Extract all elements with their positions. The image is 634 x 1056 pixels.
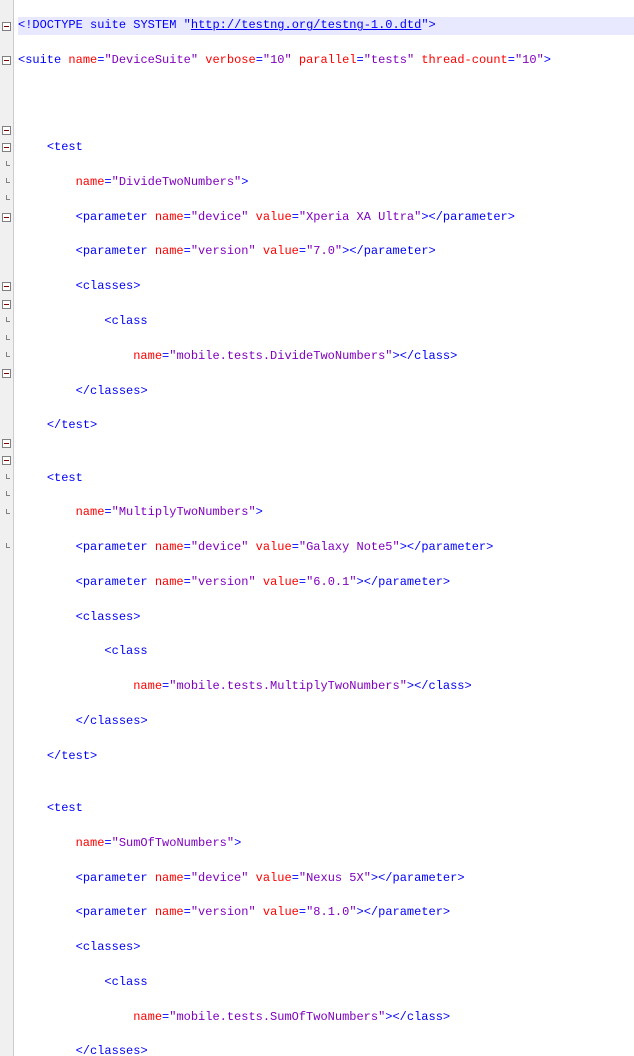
code-line[interactable]: <class — [18, 643, 634, 660]
code-editor[interactable]: <!DOCTYPE suite SYSTEM "http://testng.or… — [14, 0, 634, 1056]
fold-icon[interactable] — [2, 56, 11, 65]
code-line[interactable]: <test — [18, 470, 634, 487]
code-line[interactable]: name="MultiplyTwoNumbers"> — [18, 504, 634, 521]
code-line[interactable]: name="mobile.tests.DivideTwoNumbers"></c… — [18, 348, 634, 365]
code-line[interactable]: <parameter name="device" value="Galaxy N… — [18, 539, 634, 556]
fold-icon[interactable] — [2, 213, 11, 222]
code-line[interactable]: </test> — [18, 417, 634, 434]
fold-icon[interactable] — [2, 456, 11, 465]
code-line[interactable]: <classes> — [18, 609, 634, 626]
dtd-url[interactable]: http://testng.org/testng-1.0.dtd — [191, 18, 421, 32]
code-line[interactable]: <classes> — [18, 278, 634, 295]
code-line[interactable]: <parameter name="device" value="Nexus 5X… — [18, 870, 634, 887]
code-line[interactable]: <parameter name="device" value="Xperia X… — [18, 209, 634, 226]
code-line[interactable]: <suite name="DeviceSuite" verbose="10" p… — [18, 52, 634, 69]
code-line[interactable]: </classes> — [18, 713, 634, 730]
code-line[interactable]: <test — [18, 139, 634, 156]
code-line[interactable]: </classes> — [18, 383, 634, 400]
code-line[interactable]: <parameter name="version" value="7.0"></… — [18, 243, 634, 260]
code-line[interactable]: <class — [18, 313, 634, 330]
code-line[interactable]: </classes> — [18, 1043, 634, 1056]
code-line[interactable]: name="DivideTwoNumbers"> — [18, 174, 634, 191]
code-line[interactable]: name="mobile.tests.SumOfTwoNumbers"></cl… — [18, 1009, 634, 1026]
code-line[interactable]: name="SumOfTwoNumbers"> — [18, 835, 634, 852]
code-line[interactable]: <classes> — [18, 939, 634, 956]
code-line[interactable]: <parameter name="version" value="8.1.0">… — [18, 904, 634, 921]
fold-icon[interactable] — [2, 126, 11, 135]
fold-icon[interactable] — [2, 369, 11, 378]
code-line[interactable]: <test — [18, 800, 634, 817]
fold-icon[interactable] — [2, 143, 11, 152]
code-line[interactable] — [18, 87, 634, 104]
code-line[interactable]: </test> — [18, 748, 634, 765]
fold-gutter[interactable] — [0, 0, 14, 1056]
fold-icon[interactable] — [2, 300, 11, 309]
fold-icon[interactable] — [2, 22, 11, 31]
fold-icon[interactable] — [2, 282, 11, 291]
code-line[interactable]: <!DOCTYPE suite SYSTEM "http://testng.or… — [18, 17, 634, 34]
code-line[interactable]: name="mobile.tests.MultiplyTwoNumbers"><… — [18, 678, 634, 695]
code-line[interactable]: <class — [18, 974, 634, 991]
code-line[interactable]: <parameter name="version" value="6.0.1">… — [18, 574, 634, 591]
fold-icon[interactable] — [2, 439, 11, 448]
doctype-open: <! — [18, 18, 32, 32]
